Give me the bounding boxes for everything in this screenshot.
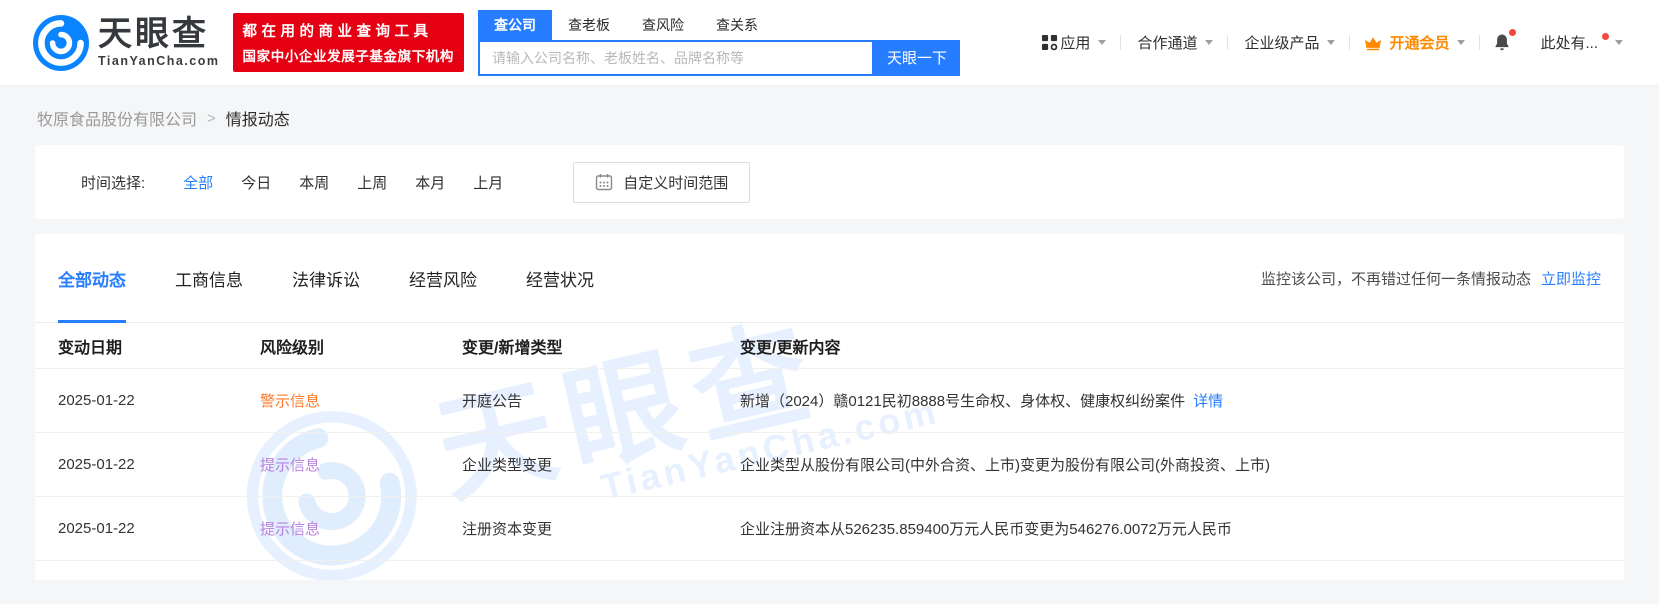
table-row: 2025-01-22 提示信息 注册资本变更 企业注册资本从526235.859… bbox=[35, 497, 1624, 561]
nav-notifications[interactable] bbox=[1480, 29, 1524, 53]
detail-link[interactable]: 详情 bbox=[1193, 393, 1223, 410]
apps-grid-icon bbox=[1042, 34, 1058, 51]
time-filter-label: 时间选择: bbox=[81, 174, 146, 192]
risk-level-badge[interactable]: 提示信息 bbox=[260, 454, 462, 475]
monitor-text: 监控该公司，不再错过任何一条情报动态 bbox=[1260, 270, 1531, 288]
time-filter-options: 全部 今日 本周 上周 本月 上月 bbox=[183, 172, 531, 193]
monitor-now-link[interactable]: 立即监控 bbox=[1541, 268, 1601, 289]
risk-level-badge[interactable]: 警示信息 bbox=[260, 390, 462, 411]
time-option-last-week[interactable]: 上周 bbox=[357, 172, 387, 193]
nav-more-label: 此处有... bbox=[1540, 35, 1598, 52]
custom-date-range-button[interactable]: 自定义时间范围 bbox=[573, 161, 751, 203]
nav-cooperation-label: 合作通道 bbox=[1137, 35, 1198, 52]
intel-feed-card: 天眼查 TianYanCha.com 全部动态 工商信息 法律诉讼 经营风险 经… bbox=[35, 234, 1624, 580]
search-tabs: 查公司 查老板 查风险 查关系 bbox=[478, 9, 960, 40]
chevron-down-icon bbox=[1327, 40, 1336, 45]
search-input[interactable] bbox=[478, 39, 874, 76]
search-tab-company[interactable]: 查公司 bbox=[478, 9, 552, 40]
breadcrumb: 牧原食品股份有限公司 > 情报动态 bbox=[37, 106, 1659, 130]
nav-vip-label: 开通会员 bbox=[1389, 35, 1450, 52]
search-tab-boss[interactable]: 查老板 bbox=[552, 10, 626, 40]
tab-operation-risk[interactable]: 经营风险 bbox=[409, 234, 477, 322]
search-tab-relation[interactable]: 查关系 bbox=[700, 10, 774, 40]
col-header-change-content: 变更/更新内容 bbox=[740, 339, 841, 357]
monitor-prompt: 监控该公司，不再错过任何一条情报动态 立即监控 bbox=[1261, 268, 1601, 289]
nav-cooperation[interactable]: 合作通道 bbox=[1121, 32, 1227, 53]
tab-operation-status[interactable]: 经营状况 bbox=[526, 234, 594, 322]
change-content-text: 新增（2024）赣0121民初8888号生命权、身体权、健康权纠纷案件 bbox=[740, 393, 1186, 410]
search-area: 查公司 查老板 查风险 查关系 天眼一下 bbox=[478, 9, 960, 76]
breadcrumb-company-link[interactable]: 牧原食品股份有限公司 bbox=[37, 106, 197, 130]
feed-tabs: 全部动态 工商信息 法律诉讼 经营风险 经营状况 监控该公司，不再错过任何一条情… bbox=[35, 234, 1624, 323]
breadcrumb-separator: > bbox=[207, 109, 216, 127]
time-option-this-month[interactable]: 本月 bbox=[415, 172, 445, 193]
chevron-down-icon bbox=[1098, 40, 1107, 45]
logo-text: 天眼查 TianYanCha.com bbox=[98, 15, 220, 68]
time-option-last-month[interactable]: 上月 bbox=[473, 172, 503, 193]
cell-change-content: 企业注册资本从526235.859400万元人民币变更为546276.0072万… bbox=[740, 518, 1601, 539]
time-option-today[interactable]: 今日 bbox=[241, 172, 271, 193]
nav-enterprise[interactable]: 企业级产品 bbox=[1228, 32, 1349, 53]
chevron-down-icon bbox=[1615, 40, 1623, 45]
brand-logo[interactable]: 天眼查 TianYanCha.com bbox=[33, 14, 220, 71]
brand-name: 天眼查 bbox=[98, 15, 209, 54]
banner-line1: 都在用的商业查询工具 bbox=[242, 24, 433, 40]
change-content-text: 企业注册资本从526235.859400万元人民币变更为546276.0072万… bbox=[740, 521, 1232, 538]
time-filter-card: 时间选择: 全部 今日 本周 上周 本月 上月 自定义时间范围 bbox=[35, 145, 1624, 219]
tab-all-updates[interactable]: 全部动态 bbox=[58, 234, 126, 323]
cell-change-type: 注册资本变更 bbox=[462, 521, 553, 538]
change-content-text: 企业类型从股份有限公司(中外合资、上市)变更为股份有限公司(外商投资、上市) bbox=[740, 457, 1270, 474]
more-badge-dot bbox=[1602, 33, 1609, 40]
cell-change-type: 开庭公告 bbox=[462, 393, 523, 410]
time-option-all[interactable]: 全部 bbox=[183, 172, 213, 193]
cell-change-content: 新增（2024）赣0121民初8888号生命权、身体权、健康权纠纷案件 详情 bbox=[740, 390, 1601, 411]
tianyancha-eye-icon bbox=[33, 14, 89, 71]
cell-change-type: 企业类型变更 bbox=[462, 457, 553, 474]
header-nav: 应用 合作通道 企业级产品 开通会员 此处有... bbox=[1027, 29, 1637, 53]
notification-badge-dot bbox=[1509, 29, 1517, 36]
chevron-down-icon bbox=[1205, 40, 1214, 45]
time-option-this-week[interactable]: 本周 bbox=[299, 172, 329, 193]
table-row: 2025-01-22 提示信息 企业类型变更 企业类型从股份有限公司(中外合资、… bbox=[35, 433, 1624, 497]
risk-level-badge[interactable]: 提示信息 bbox=[260, 518, 462, 539]
breadcrumb-current: 情报动态 bbox=[225, 112, 290, 129]
nav-apps[interactable]: 应用 bbox=[1027, 32, 1120, 53]
cell-date: 2025-01-22 bbox=[58, 520, 135, 537]
search-row: 天眼一下 bbox=[478, 39, 960, 76]
tab-legal-litigation[interactable]: 法律诉讼 bbox=[292, 234, 360, 322]
col-header-risk-level: 风险级别 bbox=[260, 339, 325, 357]
col-header-change-type: 变更/新增类型 bbox=[462, 339, 563, 357]
cell-date: 2025-01-22 bbox=[58, 392, 135, 409]
custom-date-range-label: 自定义时间范围 bbox=[623, 174, 729, 192]
table-row: 2025-01-22 警示信息 开庭公告 新增（2024）赣0121民初8888… bbox=[35, 369, 1624, 433]
search-button[interactable]: 天眼一下 bbox=[874, 39, 960, 76]
nav-enterprise-label: 企业级产品 bbox=[1244, 35, 1320, 52]
table-header-row: 变动日期 风险级别 变更/新增类型 变更/更新内容 bbox=[35, 323, 1624, 369]
nav-apps-label: 应用 bbox=[1060, 35, 1091, 52]
top-header: 天眼查 TianYanCha.com 都在用的商业查询工具 国家中小企业发展子基… bbox=[0, 0, 1659, 86]
chevron-down-icon bbox=[1457, 40, 1466, 45]
nav-vip[interactable]: 开通会员 bbox=[1350, 32, 1479, 53]
search-tab-risk[interactable]: 查风险 bbox=[626, 10, 700, 40]
promo-banner: 都在用的商业查询工具 国家中小企业发展子基金旗下机构 bbox=[232, 13, 464, 72]
cell-date: 2025-01-22 bbox=[58, 456, 135, 473]
cell-change-content: 企业类型从股份有限公司(中外合资、上市)变更为股份有限公司(外商投资、上市) bbox=[740, 454, 1601, 475]
tab-business-info[interactable]: 工商信息 bbox=[175, 234, 243, 322]
col-header-date: 变动日期 bbox=[58, 339, 123, 357]
brand-domain: TianYanCha.com bbox=[98, 53, 220, 68]
nav-more[interactable]: 此处有... bbox=[1524, 32, 1637, 53]
calendar-icon bbox=[596, 174, 613, 191]
tianyancha-page: 天眼查 TianYanCha.com 都在用的商业查询工具 国家中小企业发展子基… bbox=[0, 0, 1659, 604]
crown-icon bbox=[1365, 36, 1382, 50]
banner-line2: 国家中小企业发展子基金旗下机构 bbox=[242, 49, 454, 64]
